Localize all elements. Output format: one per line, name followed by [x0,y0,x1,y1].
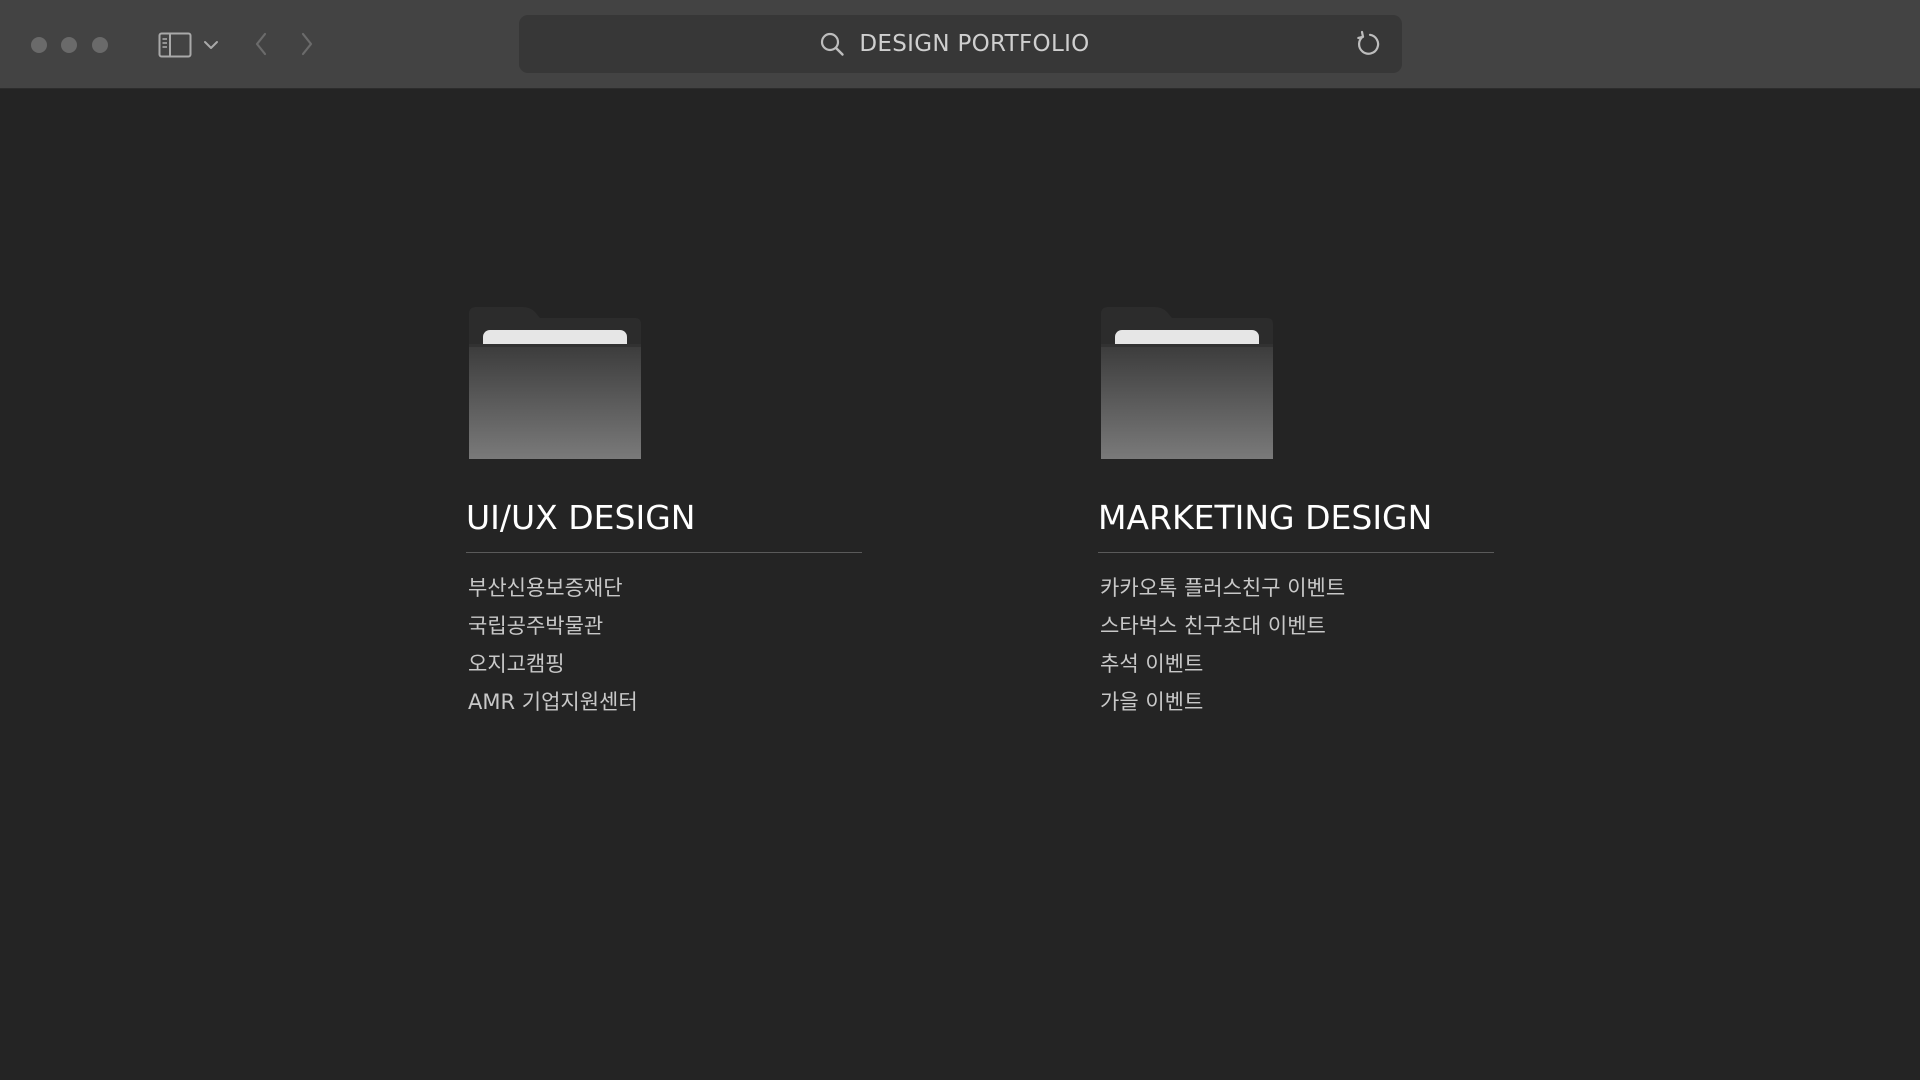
address-content: DESIGN PORTFOLIO [519,15,1402,73]
folder-section-uiux: UI/UX DESIGN 부산신용보증재단 국립공주박물관 오지고캠핑 AMR … [466,304,862,721]
folder-section-marketing: MARKETING DESIGN 카카오톡 플러스친구 이벤트 스타벅스 친구초… [1098,304,1494,721]
sidebar-icon [158,32,192,58]
chevron-right-icon [301,32,313,56]
address-text[interactable]: DESIGN PORTFOLIO [859,31,1089,57]
list-item[interactable]: 카카오톡 플러스친구 이벤트 [1100,569,1494,607]
list-item[interactable]: AMR 기업지원센터 [468,683,862,721]
chevron-down-icon[interactable] [200,34,222,56]
zoom-window-button[interactable] [92,37,108,53]
list-item[interactable]: 스타벅스 친구초대 이벤트 [1100,607,1494,645]
folder-title: UI/UX DESIGN [466,498,862,553]
reload-icon[interactable] [1354,30,1382,58]
toolbar: DESIGN PORTFOLIO [0,0,1920,89]
address-bar[interactable]: DESIGN PORTFOLIO [519,15,1402,73]
minimize-window-button[interactable] [61,37,77,53]
folder-item-list: 부산신용보증재단 국립공주박물관 오지고캠핑 AMR 기업지원센터 [466,569,862,721]
list-item[interactable]: 국립공주박물관 [468,607,862,645]
folder-icon[interactable] [467,304,643,462]
back-button[interactable] [250,30,272,58]
search-icon [821,32,845,56]
list-item[interactable]: 가을 이벤트 [1100,683,1494,721]
folder-item-list: 카카오톡 플러스친구 이벤트 스타벅스 친구초대 이벤트 추석 이벤트 가을 이… [1098,569,1494,721]
folder-title: MARKETING DESIGN [1098,498,1494,553]
browser-window: DESIGN PORTFOLIO UI/UX DESIGN 부산신용보증재단 국… [0,0,1920,1080]
chevron-left-icon [255,32,267,56]
list-item[interactable]: 부산신용보증재단 [468,569,862,607]
folder-icon[interactable] [1099,304,1275,462]
list-item[interactable]: 오지고캠핑 [468,645,862,683]
sidebar-toggle-button[interactable] [158,31,222,59]
forward-button[interactable] [296,30,318,58]
close-window-button[interactable] [31,37,47,53]
list-item[interactable]: 추석 이벤트 [1100,645,1494,683]
